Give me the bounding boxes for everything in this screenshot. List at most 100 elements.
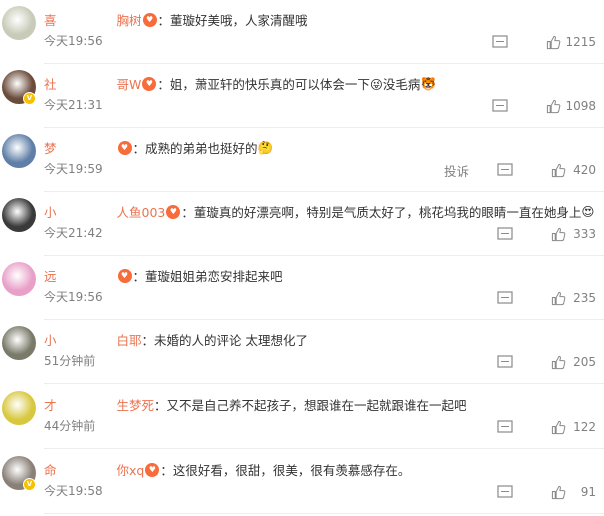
avatar-image — [2, 391, 36, 425]
like-count: 1215 — [565, 35, 596, 49]
like-icon[interactable] — [551, 227, 566, 242]
comment-icon[interactable] — [497, 163, 513, 177]
redacted-name — [57, 397, 117, 410]
username[interactable]: 喜胸树 — [44, 10, 142, 29]
avatar[interactable] — [2, 262, 36, 296]
timestamp: 51分钟前 — [44, 354, 96, 368]
avatar-image — [2, 134, 36, 168]
redacted-name — [57, 12, 117, 25]
comment-item: V 命你xq ♥ ：这很好看，很甜，很美，很有羡慕感存在。 今天19:58 91 — [0, 450, 604, 514]
comment-text: ：姐，萧亚轩的快乐真的可以体会一下 — [157, 77, 370, 92]
comment-actions: 122 — [469, 419, 596, 435]
comment-actions: 91 — [469, 484, 596, 500]
comment-actions: 205 — [469, 354, 596, 370]
like-count: 122 — [573, 420, 596, 434]
redacted-name — [57, 332, 117, 345]
username[interactable]: 才生梦死 — [44, 395, 154, 414]
comment-actions: 1098 — [464, 98, 596, 114]
redacted-name — [57, 140, 117, 153]
avatar[interactable] — [2, 6, 36, 40]
avatar-image — [2, 326, 36, 360]
comment-text: ：董璇姐姐弟恋安排起来吧 — [132, 269, 283, 284]
like-icon[interactable] — [551, 485, 566, 500]
username[interactable]: 社哥W — [44, 74, 141, 93]
timestamp: 今天19:56 — [44, 34, 103, 48]
comment-text: ：又不是自己养不起孩子，想跟谁在一起就跟谁在一起吧 — [154, 398, 467, 413]
timestamp: 今天21:42 — [44, 226, 103, 240]
comment-item: 喜胸树 ♥ ：董璇好美哦，人家清醒哦 今天19:56 1215 — [0, 0, 604, 64]
comment-item: 远 ♥ ：董璇姐姐弟恋安排起来吧 今天19:56 235 — [0, 256, 604, 320]
avatar[interactable] — [2, 198, 36, 232]
verified-badge-icon: V — [23, 478, 36, 491]
redacted-name — [57, 268, 117, 281]
vip-emoji-icon: ♥ — [142, 76, 157, 91]
avatar[interactable] — [2, 326, 36, 360]
timestamp: 今天19:56 — [44, 290, 103, 304]
avatar-image — [2, 262, 36, 296]
comment-text: ：董璇真的好漂亮啊，特别是气质太好了，桃花坞我的眼睛一直在她身上 — [181, 205, 582, 220]
comment-text: ：未婚的人的评论 太理想化了 — [141, 333, 309, 348]
vip-emoji-icon: ♥ — [145, 462, 160, 477]
emoji-text: 🤔 — [257, 139, 274, 155]
like-icon[interactable] — [551, 163, 566, 178]
comment-icon[interactable] — [497, 485, 513, 499]
timestamp: 44分钟前 — [44, 419, 96, 433]
emoji-tail: 🐯 — [420, 75, 437, 91]
comment-text: ：这很好看，很甜，很美，很有羡慕感存在。 — [160, 463, 411, 478]
timestamp: 今天19:59 — [44, 162, 103, 176]
like-icon[interactable] — [551, 291, 566, 306]
like-count: 420 — [573, 163, 596, 177]
like-icon[interactable] — [546, 35, 561, 50]
like-icon[interactable] — [551, 355, 566, 370]
comment-line: 远 ♥ ：董璇姐姐弟恋安排起来吧 — [44, 266, 283, 285]
comment-item: 小白耶 ：未婚的人的评论 太理想化了 51分钟前 205 — [0, 320, 604, 384]
comment-icon[interactable] — [492, 35, 509, 49]
like-icon[interactable] — [551, 420, 566, 435]
avatar[interactable] — [2, 391, 36, 425]
avatar[interactable] — [2, 134, 36, 168]
report-link[interactable]: 投诉 — [444, 161, 469, 180]
comment-actions: 235 — [469, 290, 596, 306]
comment-icon[interactable] — [497, 291, 513, 305]
comment-icon[interactable] — [497, 355, 513, 369]
comment-icon[interactable] — [497, 227, 513, 241]
username[interactable]: 梦 — [44, 138, 117, 157]
comment-line: 梦 ♥ ：成熟的弟弟也挺好的 🤔 — [44, 138, 273, 157]
username[interactable]: 命你xq — [44, 460, 144, 479]
emoji-text: 😍 — [581, 204, 595, 219]
redacted-name — [57, 462, 117, 475]
comment-item: 小人鱼003 ♥ ：董璇真的好漂亮啊，特别是气质太好了，桃花坞我的眼睛一直在她身… — [0, 192, 604, 256]
avatar-image — [2, 198, 36, 232]
vip-emoji-icon: ♥ — [117, 268, 132, 283]
divider — [44, 513, 604, 514]
vip-emoji-icon: ♥ — [142, 12, 157, 27]
comment-item: 梦 ♥ ：成熟的弟弟也挺好的 🤔 今天19:59 投诉 420 — [0, 128, 604, 192]
redacted-name — [57, 204, 117, 217]
redacted-name — [57, 76, 117, 89]
vip-emoji-icon: ♥ — [117, 140, 132, 155]
comment-text: ：成熟的弟弟也挺好的 — [132, 141, 258, 156]
divider — [44, 383, 604, 384]
timestamp: 今天19:58 — [44, 484, 103, 498]
verified-badge-icon: V — [23, 92, 36, 105]
username[interactable]: 小人鱼003 — [44, 202, 165, 221]
like-icon[interactable] — [546, 99, 561, 114]
comment-actions: 333 — [469, 226, 596, 242]
comment-line: 小人鱼003 ♥ ：董璇真的好漂亮啊，特别是气质太好了，桃花坞我的眼睛一直在她身… — [44, 202, 594, 221]
comment-actions: 1215 — [464, 34, 596, 50]
like-count: 235 — [573, 291, 596, 305]
comment-icon[interactable] — [492, 99, 509, 113]
comment-line: 才生梦死 ：又不是自己养不起孩子，想跟谁在一起就跟谁在一起吧 — [44, 395, 467, 414]
emoji-text: 😜没毛病 — [369, 77, 421, 92]
like-count: 205 — [573, 355, 596, 369]
username[interactable]: 远 — [44, 266, 117, 285]
comment-text: ：董璇好美哦，人家清醒哦 — [157, 13, 308, 28]
username[interactable]: 小白耶 — [44, 330, 142, 349]
like-count: 1098 — [565, 99, 596, 113]
avatar-image — [2, 6, 36, 40]
timestamp: 今天21:31 — [44, 98, 103, 112]
comment-line: 小白耶 ：未婚的人的评论 太理想化了 — [44, 330, 308, 349]
like-count: 91 — [580, 485, 596, 499]
comment-item: 才生梦死 ：又不是自己养不起孩子，想跟谁在一起就跟谁在一起吧 44分钟前 122 — [0, 385, 604, 449]
comment-icon[interactable] — [497, 420, 513, 434]
